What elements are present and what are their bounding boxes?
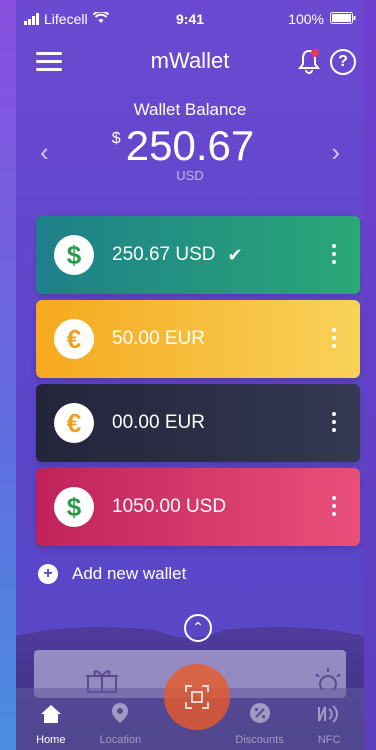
wallet-amount: 250.67 USD: [112, 244, 216, 265]
help-icon[interactable]: ?: [330, 49, 356, 75]
dollar-coin-icon: $: [54, 487, 94, 527]
more-options-icon[interactable]: [332, 244, 336, 264]
tab-discounts[interactable]: Discounts: [230, 702, 290, 746]
location-pin-icon: [90, 702, 150, 730]
expand-up-icon[interactable]: ⌃: [184, 614, 212, 642]
euro-coin-icon: €: [54, 319, 94, 359]
background-right-strip: [364, 0, 376, 750]
status-bar: Lifecell 9:41 100%: [16, 0, 364, 38]
previous-chevron-icon[interactable]: ‹: [40, 137, 49, 168]
more-options-icon[interactable]: [332, 496, 336, 516]
next-chevron-icon[interactable]: ›: [331, 137, 340, 168]
add-wallet-button[interactable]: + Add new wallet: [38, 564, 186, 584]
tab-label: Home: [36, 734, 66, 746]
scan-icon: [185, 685, 209, 709]
background-left-strip: [0, 0, 16, 750]
balance-unit: USD: [176, 168, 204, 183]
wallet-card[interactable]: € 00.00 EUR: [36, 384, 360, 462]
balance-amount: $ 250.67: [112, 122, 255, 170]
app-header: mWallet ?: [16, 40, 364, 84]
wallet-card[interactable]: $ 1050.00 USD: [36, 468, 360, 546]
battery-percent: 100%: [288, 11, 324, 27]
status-right: 100%: [288, 11, 356, 27]
plus-icon: +: [38, 564, 58, 584]
dollar-coin-icon: $: [54, 235, 94, 275]
nfc-icon: [299, 704, 359, 730]
selected-check-icon: ✔: [227, 244, 243, 265]
wallet-amount: 1050.00 USD: [112, 496, 227, 517]
euro-coin-icon: €: [54, 403, 94, 443]
tab-location[interactable]: Location: [90, 702, 150, 746]
notification-bell-icon[interactable]: [298, 48, 320, 79]
wallet-balance-section: ‹ Wallet Balance $ 250.67 USD ›: [16, 100, 364, 200]
home-icon: [21, 704, 81, 730]
tab-label: Discounts: [235, 734, 284, 746]
balance-value: 250.67: [125, 122, 255, 169]
tab-home[interactable]: Home: [21, 704, 81, 746]
tab-nfc[interactable]: NFC: [299, 704, 359, 746]
balance-label: Wallet Balance: [133, 100, 247, 119]
tab-label: NFC: [317, 734, 341, 746]
wallet-card[interactable]: $ 250.67 USD ✔: [36, 216, 360, 294]
discount-icon: [230, 702, 290, 730]
balance-currency-symbol: $: [111, 130, 121, 147]
battery-icon: [330, 11, 356, 27]
add-wallet-label: Add new wallet: [72, 564, 187, 583]
scan-button[interactable]: [164, 664, 230, 730]
wallet-amount: 50.00 EUR: [112, 328, 205, 349]
tab-label: Location: [99, 734, 142, 746]
wallet-card[interactable]: € 50.00 EUR: [36, 300, 360, 378]
more-options-icon[interactable]: [332, 328, 336, 348]
wallet-amount: 00.00 EUR: [112, 412, 205, 433]
more-options-icon[interactable]: [332, 412, 336, 432]
